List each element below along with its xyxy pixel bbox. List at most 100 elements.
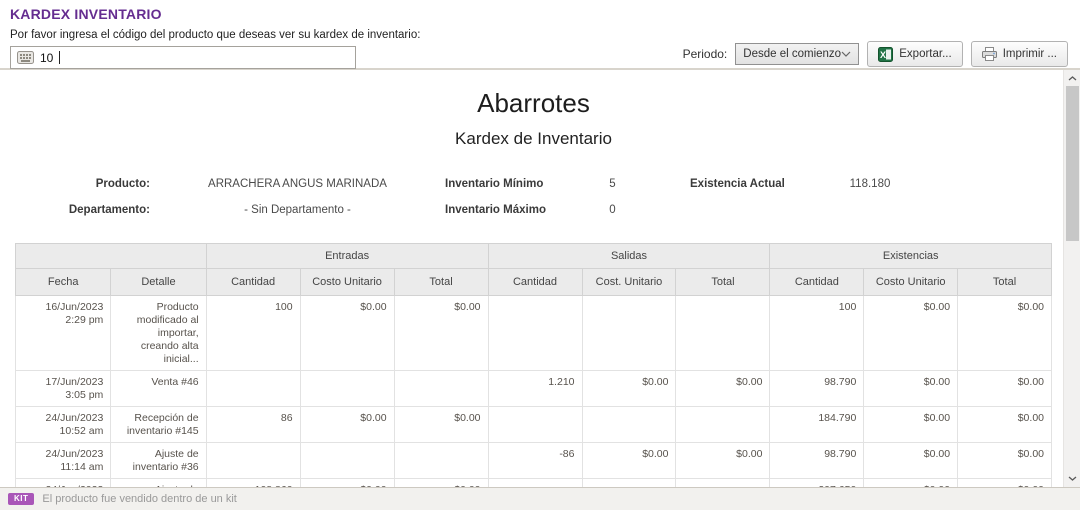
export-button-label: Exportar... xyxy=(899,48,951,60)
table-cell: 1.210 xyxy=(488,371,582,407)
page-title: KARDEX INVENTARIO xyxy=(10,6,1070,22)
report-subtitle: Kardex de Inventario xyxy=(15,129,1052,149)
table-cell: 207.650 xyxy=(770,479,864,488)
producto-value: ARRACHERA ANGUS MARINADA xyxy=(150,178,445,190)
col-existencias-cantidad: Cantidad xyxy=(770,269,864,296)
kardex-inventario-screen: KARDEX INVENTARIO Por favor ingresa el c… xyxy=(0,0,1080,510)
svg-text:X: X xyxy=(880,50,886,60)
table-cell xyxy=(206,443,300,479)
table-cell: $0.00 xyxy=(958,407,1052,443)
table-cell: 98.790 xyxy=(770,443,864,479)
table-cell: $0.00 xyxy=(582,371,676,407)
periodo-label: Periodo: xyxy=(683,47,728,61)
table-cell: 24/Jun/2023 11:14 am xyxy=(16,443,111,479)
table-cell xyxy=(206,371,300,407)
table-cell xyxy=(300,443,394,479)
departamento-value: - Sin Departamento - xyxy=(150,204,445,216)
product-code-input[interactable]: 10 xyxy=(10,46,356,69)
col-existencias-total: Total xyxy=(958,269,1052,296)
scrollbar-down-icon[interactable] xyxy=(1064,471,1080,486)
table-cell: -86 xyxy=(488,443,582,479)
table-row: 17/Jun/2023 3:05 pmVenta #461.210$0.00$0… xyxy=(16,371,1052,407)
col-fecha: Fecha xyxy=(16,269,111,296)
col-detalle: Detalle xyxy=(111,269,206,296)
table-cell: 24/Jun/2023 10:52 am xyxy=(16,407,111,443)
col-salidas-total: Total xyxy=(676,269,770,296)
printer-icon xyxy=(982,47,997,61)
table-cell: $0.00 xyxy=(958,479,1052,488)
table-cell: 16/Jun/2023 2:29 pm xyxy=(16,296,111,371)
table-cell: Producto modificado al importar, creando… xyxy=(111,296,206,371)
table-row: 24/Jun/2023 11:14 amAjuste de inventario… xyxy=(16,443,1052,479)
table-row: 24/Jun/2023 10:52 amRecepción de inventa… xyxy=(16,407,1052,443)
table-cell: $0.00 xyxy=(394,296,488,371)
group-header-existencias: Existencias xyxy=(770,244,1052,269)
excel-icon: X xyxy=(878,47,893,62)
keyboard-icon xyxy=(17,51,34,64)
table-cell xyxy=(582,407,676,443)
col-salidas-costo-unitario: Cost. Unitario xyxy=(582,269,676,296)
col-entradas-cantidad: Cantidad xyxy=(206,269,300,296)
product-info: Producto: ARRACHERA ANGUS MARINADA Inven… xyxy=(15,171,1052,223)
print-button-label: Imprimir ... xyxy=(1003,48,1057,60)
table-cell: $0.00 xyxy=(300,479,394,488)
col-salidas-cantidad: Cantidad xyxy=(488,269,582,296)
col-entradas-costo-unitario: Costo Unitario xyxy=(300,269,394,296)
legend-text: El producto fue vendido dentro de un kit xyxy=(42,493,236,505)
table-cell: 184.790 xyxy=(770,407,864,443)
kardex-table-body: 16/Jun/2023 2:29 pmProducto modificado a… xyxy=(16,296,1052,488)
table-cell: Ajuste de inventario #37 xyxy=(111,479,206,488)
existencia-actual-label: Existencia Actual xyxy=(690,178,815,190)
table-cell xyxy=(676,479,770,488)
table-cell: $0.00 xyxy=(958,296,1052,371)
kardex-table: Entradas Salidas Existencias Fecha Detal… xyxy=(15,243,1052,487)
table-cell: $0.00 xyxy=(864,479,958,488)
table-cell: $0.00 xyxy=(864,371,958,407)
vertical-scrollbar[interactable] xyxy=(1063,70,1080,487)
table-cell: $0.00 xyxy=(864,443,958,479)
table-cell: 17/Jun/2023 3:05 pm xyxy=(16,371,111,407)
table-cell: 100 xyxy=(206,296,300,371)
table-cell: 98.790 xyxy=(770,371,864,407)
inventario-maximo-value: 0 xyxy=(575,204,650,216)
report-controls: Periodo: Desde el comienzo X Exportar... xyxy=(683,41,1068,67)
text-caret xyxy=(59,51,60,64)
table-cell xyxy=(488,479,582,488)
table-group-header-row: Entradas Salidas Existencias xyxy=(16,244,1052,269)
product-info-row-1: Producto: ARRACHERA ANGUS MARINADA Inven… xyxy=(15,171,1052,197)
scrollbar-up-icon[interactable] xyxy=(1064,71,1080,86)
table-cell: $0.00 xyxy=(300,296,394,371)
table-cell: 24/Jun/2023 11:14 am xyxy=(16,479,111,488)
scrollbar-thumb[interactable] xyxy=(1066,86,1079,241)
table-cell: Ajuste de inventario #36 xyxy=(111,443,206,479)
table-cell: $0.00 xyxy=(676,443,770,479)
group-header-empty xyxy=(16,244,207,269)
export-button[interactable]: X Exportar... xyxy=(867,41,962,67)
table-row: 16/Jun/2023 2:29 pmProducto modificado a… xyxy=(16,296,1052,371)
kit-badge: KIT xyxy=(8,493,34,505)
kardex-report: Abarrotes Kardex de Inventario Producto:… xyxy=(0,70,1080,487)
table-cell xyxy=(488,296,582,371)
table-cell xyxy=(582,296,676,371)
table-cell xyxy=(394,371,488,407)
inventario-maximo-label: Inventario Máximo xyxy=(445,204,575,216)
table-cell: $0.00 xyxy=(958,443,1052,479)
product-code-value: 10 xyxy=(40,51,53,65)
table-cell: 86 xyxy=(206,407,300,443)
chevron-down-icon xyxy=(841,51,851,57)
print-button[interactable]: Imprimir ... xyxy=(971,41,1068,67)
table-cell xyxy=(676,296,770,371)
table-cell: 100 xyxy=(770,296,864,371)
inventario-minimo-label: Inventario Mínimo xyxy=(445,178,575,190)
table-cell: $0.00 xyxy=(864,407,958,443)
group-header-entradas: Entradas xyxy=(206,244,488,269)
col-entradas-total: Total xyxy=(394,269,488,296)
table-cell: Venta #46 xyxy=(111,371,206,407)
table-cell: $0.00 xyxy=(958,371,1052,407)
periodo-select[interactable]: Desde el comienzo xyxy=(735,43,859,65)
existencia-actual-value: 118.180 xyxy=(815,178,925,190)
table-column-header-row: Fecha Detalle Cantidad Costo Unitario To… xyxy=(16,269,1052,296)
prompt-text: Por favor ingresa el código del producto… xyxy=(10,29,1070,41)
table-row: 24/Jun/2023 11:14 amAjuste de inventario… xyxy=(16,479,1052,488)
table-cell xyxy=(676,407,770,443)
